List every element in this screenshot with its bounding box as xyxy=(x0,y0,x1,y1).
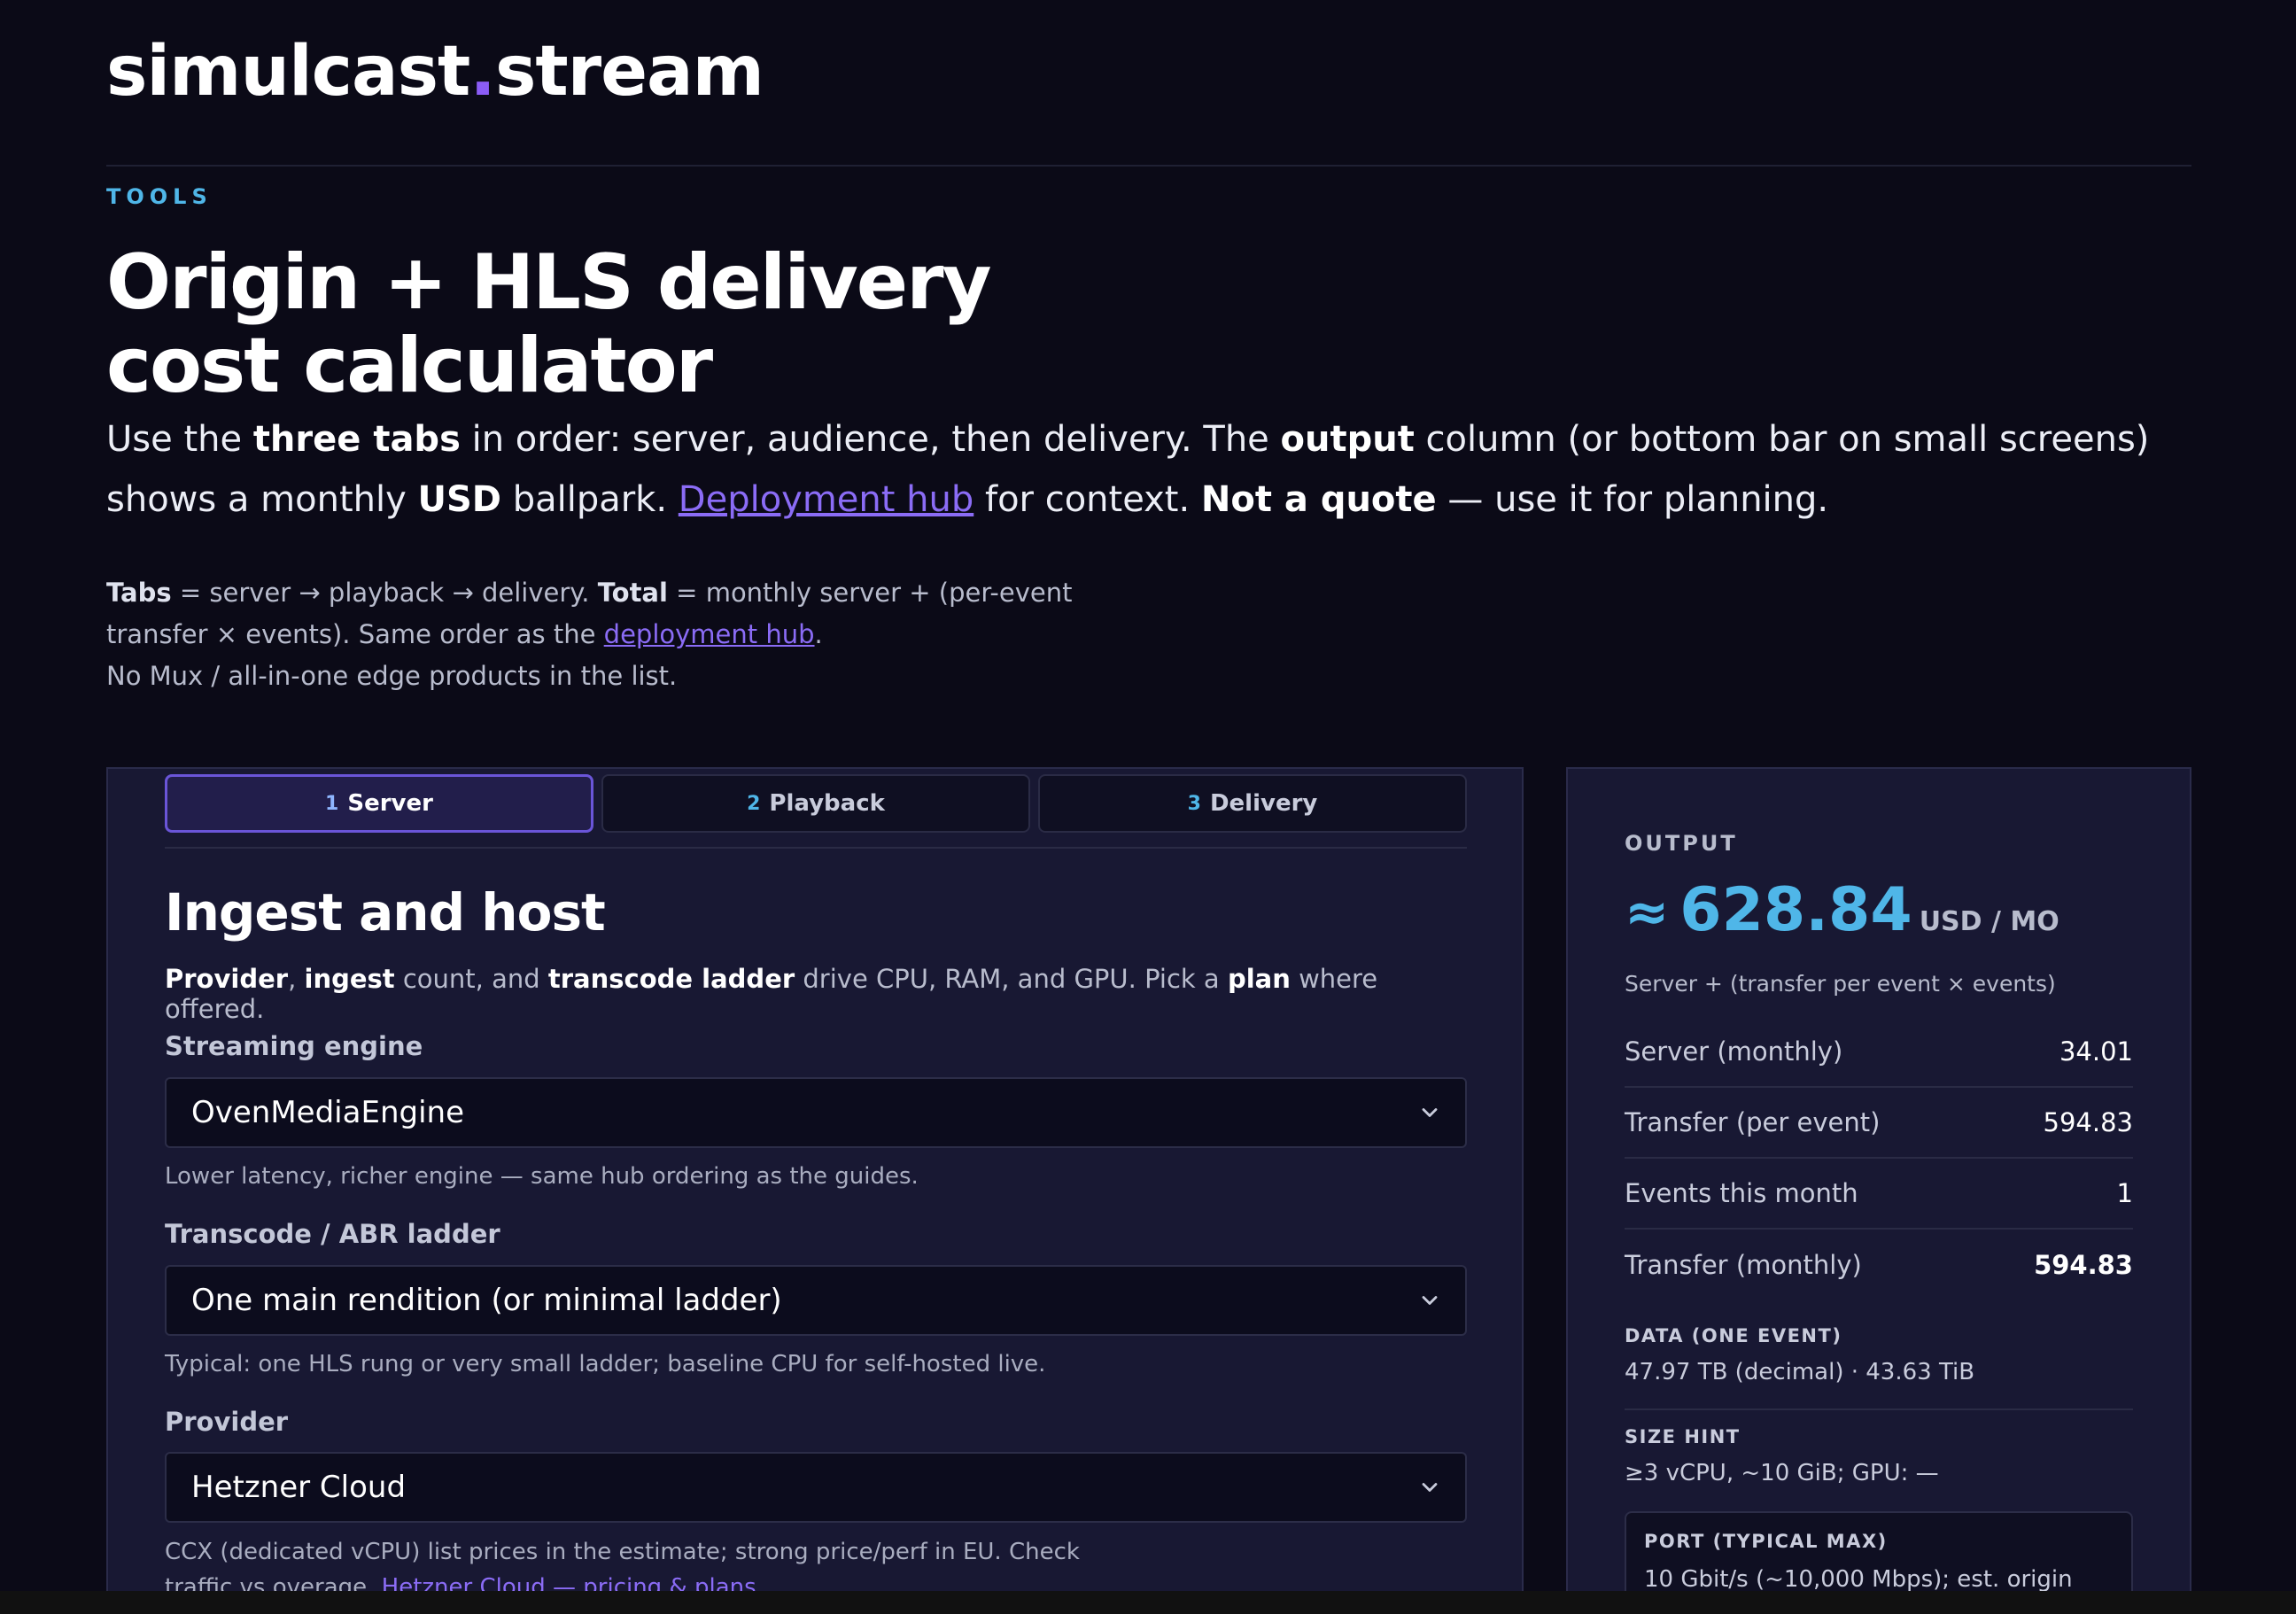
step-tabs: 1 Server 2 Playback 3 Delivery xyxy=(165,774,1467,833)
note-text: = server → playback → delivery. xyxy=(171,578,598,608)
streaming-engine-select[interactable]: OvenMediaEngine xyxy=(165,1077,1467,1148)
port-value: 10 Gbit/s (~10,000 Mbps); est. origin pe… xyxy=(1644,1566,2073,1591)
desc-text: count, and xyxy=(394,964,548,994)
output-panel: OUTPUT ≈628.84 USD / MO Server + (transfe… xyxy=(1566,767,2191,1591)
provider-value: Hetzner Cloud xyxy=(191,1470,407,1505)
hetzner-pricing-link[interactable]: Hetzner Cloud — pricing & plans xyxy=(382,1574,756,1591)
intro-text: Use the xyxy=(106,419,253,460)
desc-emphasis: Provider xyxy=(165,964,289,994)
desc-emphasis: plan xyxy=(1227,964,1291,994)
row-label: Events this month xyxy=(1625,1178,1858,1208)
note-text: . xyxy=(814,619,823,649)
tab-number: 3 xyxy=(1187,792,1201,815)
provider-select[interactable]: Hetzner Cloud xyxy=(165,1452,1467,1523)
transcode-ladder-help: Typical: one HLS rung or very small ladd… xyxy=(165,1351,1046,1377)
output-breakdown: Server (monthly) 34.01 Transfer (per eve… xyxy=(1625,1017,2133,1300)
tab-label: Server xyxy=(347,790,433,817)
streaming-engine-value: OvenMediaEngine xyxy=(191,1095,464,1130)
note-emphasis: Tabs xyxy=(106,578,172,608)
data-one-event-value: 47.97 TB (decimal) · 43.63 TiB xyxy=(1625,1359,1975,1385)
chevron-down-icon xyxy=(1422,1483,1438,1492)
streaming-engine-label: Streaming engine xyxy=(165,1031,423,1061)
intro-emphasis: output xyxy=(1280,419,1415,460)
breakdown-row-transfer-event: Transfer (per event) 594.83 xyxy=(1625,1088,2133,1159)
row-value: 594.83 xyxy=(2034,1250,2133,1280)
calculator-panel: 1 Server 2 Playback 3 Delivery Ingest an… xyxy=(106,767,1524,1591)
desc-text: drive CPU, RAM, and GPU. Pick a xyxy=(795,964,1228,994)
usage-note: Tabs = server → playback → delivery. Tot… xyxy=(106,572,1081,697)
row-label: Transfer (per event) xyxy=(1625,1107,1881,1137)
provider-label: Provider xyxy=(165,1407,289,1437)
intro-text: in order: server, audience, then deliver… xyxy=(460,419,1281,460)
tab-server[interactable]: 1 Server xyxy=(165,774,593,833)
output-total: ≈628.84 USD / MO xyxy=(1625,875,2059,945)
row-value: 34.01 xyxy=(2059,1036,2133,1067)
deployment-hub-inline-link[interactable]: deployment hub xyxy=(604,619,815,649)
header-divider xyxy=(106,165,2191,167)
row-label: Transfer (monthly) xyxy=(1625,1250,1862,1280)
size-hint-value: ≥3 vCPU, ~10 GiB; GPU: — xyxy=(1625,1460,1939,1486)
desc-text: , xyxy=(288,964,305,994)
chevron-down-icon xyxy=(1422,1296,1438,1305)
provider-help: CCX (dedicated vCPU) list prices in the … xyxy=(165,1534,1139,1591)
tab-playback[interactable]: 2 Playback xyxy=(601,774,1030,833)
breakdown-row-events: Events this month 1 xyxy=(1625,1159,2133,1230)
section-description: Provider, ingest count, and transcode la… xyxy=(165,964,1476,1024)
intro-text: — use it for planning. xyxy=(1436,479,1829,520)
intro-emphasis: Not a quote xyxy=(1200,479,1437,520)
data-one-event-label: DATA (ONE EVENT) xyxy=(1625,1325,1842,1346)
tabs-divider xyxy=(165,847,1467,849)
total-unit: USD / MO xyxy=(1919,906,2059,937)
breakdown-row-transfer-monthly: Transfer (monthly) 594.83 xyxy=(1625,1230,2133,1300)
page-title: Origin + HLS delivery cost calculator xyxy=(106,238,992,410)
transcode-ladder-label: Transcode / ABR ladder xyxy=(165,1219,500,1249)
intro-emphasis: USD xyxy=(417,479,501,520)
row-value: 1 xyxy=(2116,1178,2133,1208)
section-title: Ingest and host xyxy=(165,882,606,943)
breakdown-row-server: Server (monthly) 34.01 xyxy=(1625,1017,2133,1088)
streaming-engine-help: Lower latency, richer engine — same hub … xyxy=(165,1163,919,1190)
row-value: 594.83 xyxy=(2043,1107,2133,1137)
tab-number: 1 xyxy=(325,792,339,815)
brand-name-part1: simulcast xyxy=(106,32,470,112)
intro-text: ballpark. xyxy=(500,479,679,520)
tab-label: Delivery xyxy=(1209,790,1318,817)
desc-emphasis: transcode ladder xyxy=(547,964,795,994)
brand-dot: . xyxy=(469,32,496,112)
tab-delivery[interactable]: 3 Delivery xyxy=(1038,774,1467,833)
brand-name-part2: stream xyxy=(494,32,764,112)
note-line2: No Mux / all-in-one edge products in the… xyxy=(106,661,678,691)
size-hint-label: SIZE HINT xyxy=(1625,1426,1741,1447)
brand-logo[interactable]: simulcast.stream xyxy=(106,32,764,112)
section-kicker: TOOLS xyxy=(106,184,213,209)
intro-text: for context. xyxy=(973,479,1201,520)
row-label: Server (monthly) xyxy=(1625,1036,1843,1067)
tab-number: 2 xyxy=(747,792,761,815)
output-formula: Server + (transfer per event × events) xyxy=(1625,971,2056,997)
approx-symbol: ≈ xyxy=(1625,881,1670,943)
desc-emphasis: ingest xyxy=(304,964,395,994)
bottom-edge xyxy=(0,1591,2296,1614)
deployment-hub-link[interactable]: Deployment hub xyxy=(679,479,973,520)
transcode-ladder-select[interactable]: One main rendition (or minimal ladder) xyxy=(165,1265,1467,1336)
total-value: 628.84 xyxy=(1679,875,1912,945)
port-label: PORT (TYPICAL MAX) xyxy=(1644,1531,1888,1552)
note-emphasis: Total xyxy=(597,578,668,608)
transcode-ladder-value: One main rendition (or minimal ladder) xyxy=(191,1283,782,1318)
intro-paragraph: Use the three tabs in order: server, aud… xyxy=(106,409,2179,530)
intro-emphasis: three tabs xyxy=(252,419,461,460)
port-info-box: PORT (TYPICAL MAX) 10 Gbit/s (~10,000 Mb… xyxy=(1625,1511,2133,1591)
meta-divider xyxy=(1625,1408,2133,1410)
output-label: OUTPUT xyxy=(1625,831,1738,856)
tab-label: Playback xyxy=(769,790,885,817)
chevron-down-icon xyxy=(1422,1108,1438,1117)
